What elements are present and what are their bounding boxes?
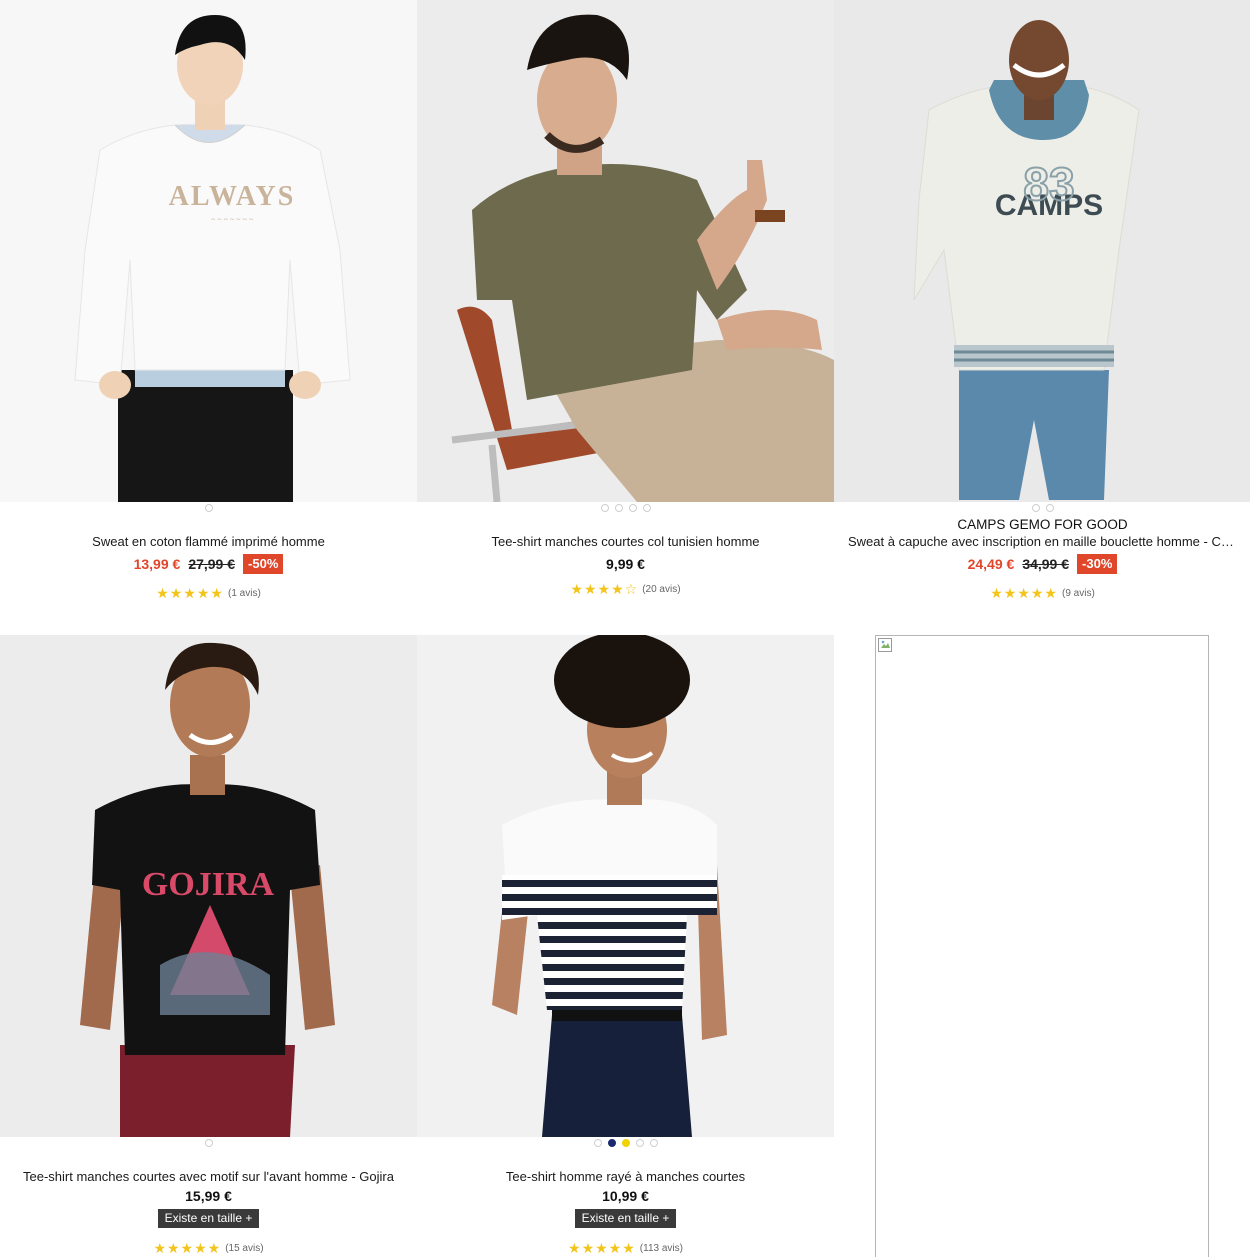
color-swatch-yellow[interactable] [621, 1139, 630, 1147]
color-swatch[interactable] [614, 504, 623, 512]
discount-badge: -30% [1077, 554, 1118, 574]
rating-stars: ★★★★☆ [570, 581, 639, 597]
color-swatch[interactable] [204, 1139, 213, 1147]
size-options-button[interactable]: Existe en taille + [574, 1209, 677, 1228]
color-swatch[interactable] [1031, 504, 1040, 512]
old-price: 34,99 € [1022, 556, 1070, 572]
rating-stars: ★★★★★ [990, 585, 1058, 601]
rating: ★★★★★ (113 avis) [417, 1240, 834, 1257]
review-count[interactable]: (20 avis) [642, 584, 680, 595]
color-swatch[interactable] [593, 1139, 602, 1147]
ad-banner-placeholder[interactable] [875, 635, 1209, 1257]
size-options-button[interactable]: Existe en taille + [157, 1209, 260, 1228]
rating-stars: ★★★★★ [156, 585, 224, 601]
price: 10,99 € [602, 1188, 649, 1204]
product-title[interactable]: Tee-shirt manches courtes col tunisien h… [417, 533, 834, 550]
product-photo [417, 0, 834, 502]
color-swatch[interactable] [1045, 504, 1054, 512]
color-swatches [834, 504, 1250, 514]
product-title[interactable]: Tee-shirt manches courtes avec motif sur… [0, 1168, 417, 1185]
rating-stars: ★★★★★ [568, 1240, 636, 1256]
color-swatches [417, 1139, 834, 1149]
color-swatch[interactable] [204, 504, 213, 512]
rating-stars: ★★★★★ [153, 1240, 222, 1256]
print-text: ALWAYS [169, 181, 296, 212]
review-count[interactable]: (1 avis) [228, 588, 261, 599]
color-swatch[interactable] [600, 504, 609, 512]
print-text: GOJIRA [142, 866, 275, 903]
rating: ★★★★☆ (20 avis) [417, 581, 834, 598]
sale-price: 13,99 € [133, 556, 181, 572]
review-count[interactable]: (9 avis) [1062, 588, 1095, 599]
product-title[interactable]: Sweat en coton flammé imprimé homme [0, 533, 417, 550]
product-photo: ALWAYS ~ ~ ~ ~ ~ ~ ~ [0, 0, 417, 502]
discount-badge: -50% [243, 554, 284, 574]
price-row: 24,49 € 34,99 € -30% [834, 553, 1250, 575]
review-count[interactable]: (15 avis) [225, 1243, 263, 1254]
product-title[interactable]: Tee-shirt homme rayé à manches courtes [417, 1168, 834, 1185]
product-brand: CAMPS GEMO FOR GOOD [957, 517, 1128, 532]
rating: ★★★★★ (15 avis) [0, 1240, 417, 1257]
product-photo: CAMPS 83 [834, 0, 1250, 502]
price-row: 13,99 € 27,99 € -50% [0, 553, 417, 575]
price-row: 9,99 € [417, 553, 834, 575]
product-title[interactable]: Sweat à capuche avec inscription en mail… [834, 533, 1250, 550]
price-row: 10,99 € [417, 1186, 834, 1206]
product-image[interactable]: GOJIRA [0, 635, 417, 1137]
color-swatches [0, 1139, 417, 1149]
price-row: 15,99 € [0, 1186, 417, 1206]
color-swatch[interactable] [649, 1139, 658, 1147]
product-image[interactable]: CAMPS 83 [834, 0, 1250, 502]
product-image[interactable]: ALWAYS ~ ~ ~ ~ ~ ~ ~ [0, 0, 417, 502]
svg-text:83: 83 [1023, 158, 1074, 210]
price: 15,99 € [185, 1188, 232, 1204]
old-price: 27,99 € [188, 556, 236, 572]
rating: ★★★★★ (1 avis) [0, 585, 417, 602]
price: 9,99 € [606, 556, 645, 572]
svg-text:~ ~ ~ ~ ~ ~ ~: ~ ~ ~ ~ ~ ~ ~ [211, 215, 254, 224]
product-image[interactable] [417, 0, 834, 502]
product-photo: GOJIRA [0, 635, 417, 1137]
product-image[interactable] [417, 635, 834, 1137]
color-swatch-navy[interactable] [607, 1139, 616, 1147]
color-swatches [417, 504, 834, 514]
color-swatch[interactable] [628, 504, 637, 512]
review-count[interactable]: (113 avis) [640, 1243, 683, 1254]
color-swatches [0, 504, 417, 514]
color-swatch[interactable] [635, 1139, 644, 1147]
color-swatch[interactable] [642, 504, 651, 512]
broken-image-icon [878, 638, 892, 652]
rating: ★★★★★ (9 avis) [834, 585, 1250, 602]
sale-price: 24,49 € [967, 556, 1015, 572]
product-photo [417, 635, 834, 1137]
